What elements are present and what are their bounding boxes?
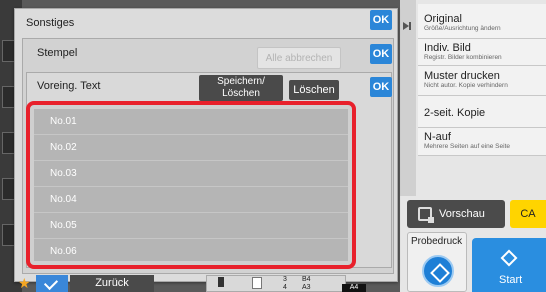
- start-button[interactable]: Start: [472, 238, 546, 292]
- right-item-muster-drucken[interactable]: Muster drucken Nicht autor. Kopie verhin…: [418, 66, 546, 96]
- list-item-label: No.04: [50, 194, 77, 205]
- tray-icon: [218, 277, 224, 287]
- preset-text-ok-button[interactable]: OK: [370, 77, 392, 97]
- list-item-label: No.02: [50, 142, 77, 153]
- right-item-original[interactable]: Original Größe/Ausrichtung ändern: [418, 4, 546, 39]
- list-item[interactable]: No.05: [34, 213, 348, 239]
- preview-button[interactable]: Vorschau: [407, 200, 505, 228]
- right-item-title: Original: [424, 13, 462, 25]
- preset-text-list: No.01 No.02 No.03 No.04 No.05 No.06: [34, 109, 348, 261]
- tray-number: 4: [283, 284, 287, 291]
- right-item-title: Muster drucken: [424, 70, 500, 82]
- tray-size-tag: A4: [342, 284, 366, 292]
- save-delete-button[interactable]: Speichern/ Löschen: [199, 75, 283, 101]
- tray-size: B4: [302, 276, 311, 283]
- list-item[interactable]: No.06: [34, 239, 348, 265]
- paper-icon: [252, 277, 262, 289]
- right-item-title: N-auf: [424, 131, 451, 143]
- proof-print-icon: [422, 255, 454, 287]
- preset-text-title: Voreing. Text: [37, 80, 101, 92]
- start-icon: [500, 249, 518, 267]
- tray-number: 3: [283, 276, 287, 283]
- confirm-check-button[interactable]: [36, 275, 68, 292]
- right-item-subtitle: Registr. Bilder kombinieren: [424, 54, 502, 61]
- list-item[interactable]: No.03: [34, 161, 348, 187]
- list-item-label: No.05: [50, 220, 77, 231]
- right-item-title: Indiv. Bild: [424, 42, 471, 54]
- right-item-n-auf[interactable]: N-auf Mehrere Seiten auf eine Seite: [418, 128, 546, 156]
- right-item-subtitle: Nicht autor. Kopie verhindern: [424, 82, 508, 89]
- right-item-subtitle: Mehrere Seiten auf eine Seite: [424, 143, 510, 150]
- collapse-bar-icon: [409, 22, 411, 30]
- list-item-label: No.03: [50, 168, 77, 179]
- dialog-title: Sonstiges: [26, 17, 75, 29]
- preset-text-list-highlight: No.01 No.02 No.03 No.04 No.05 No.06: [26, 101, 356, 269]
- right-item-empty: [418, 156, 546, 196]
- paper-tray-indicator: [206, 275, 346, 292]
- right-item-2seit-kopie[interactable]: 2-seit. Kopie: [418, 96, 546, 128]
- stempel-ok-button[interactable]: OK: [370, 44, 392, 64]
- stempel-title: Stempel: [37, 47, 78, 59]
- cancel-all-button[interactable]: Alle abbrechen: [257, 47, 341, 69]
- preview-label: Vorschau: [439, 208, 485, 220]
- right-item-indiv-bild[interactable]: Indiv. Bild Registr. Bilder kombinieren: [418, 39, 546, 66]
- back-button[interactable]: Zurück: [70, 275, 154, 292]
- list-item-label: No.01: [50, 116, 77, 127]
- dialog-ok-button[interactable]: OK: [370, 10, 392, 30]
- preview-icon: [418, 207, 434, 223]
- list-item[interactable]: No.02: [34, 135, 348, 161]
- tray-size: A3: [302, 284, 311, 291]
- delete-button[interactable]: Löschen: [289, 80, 339, 100]
- proof-print-button[interactable]: Probedruck: [407, 232, 467, 292]
- list-item[interactable]: No.01: [34, 109, 348, 135]
- favorite-star-icon[interactable]: ★: [18, 274, 31, 292]
- list-item-label: No.06: [50, 246, 77, 257]
- start-label: Start: [499, 274, 523, 286]
- clear-all-button[interactable]: CA: [510, 200, 546, 228]
- right-item-title: 2-seit. Kopie: [424, 107, 486, 119]
- right-item-subtitle: Größe/Ausrichtung ändern: [424, 25, 501, 32]
- list-item[interactable]: No.04: [34, 187, 348, 213]
- proof-print-label: Probedruck: [411, 236, 463, 247]
